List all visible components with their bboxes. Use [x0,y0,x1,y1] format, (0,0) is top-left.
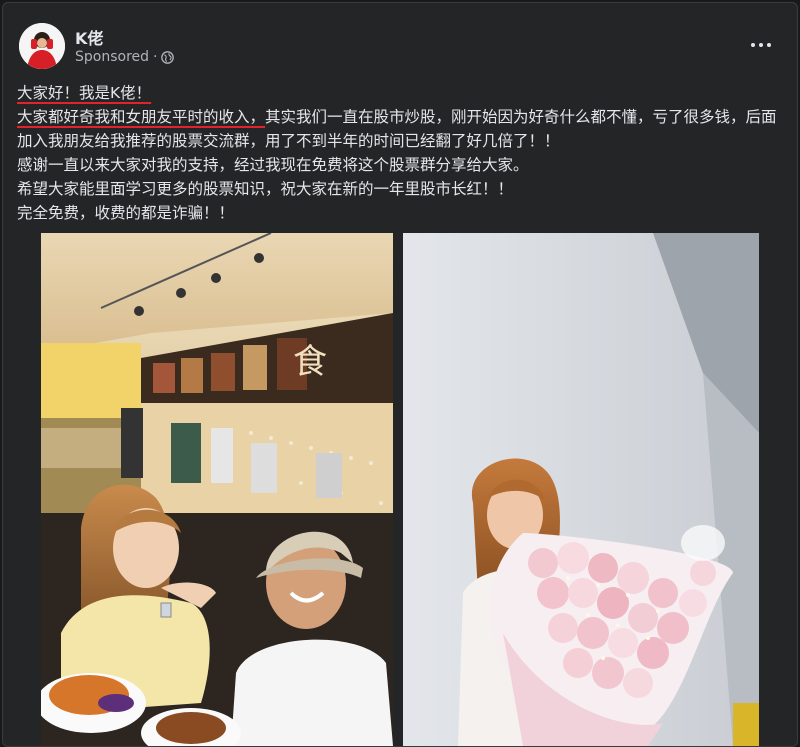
author-name[interactable]: K佬 [75,25,103,49]
more-dots-icon [751,43,771,47]
post-text-line4: 希望大家能里面学习更多的股票知识，祝大家在新的一年里股市长红！！ [17,180,514,198]
post-meta: Sponsored · [75,49,175,65]
bouquet-photo[interactable] [403,233,759,746]
sponsored-post: K佬 Sponsored · 大家好！我是K佬！ 大家都好奇我和女朋友平时的收入… [2,2,798,747]
svg-text:食: 食 [293,342,327,382]
sponsored-label[interactable]: Sponsored [75,49,149,65]
avatar[interactable] [19,23,65,69]
post-text-line3: 感谢一直以来大家对我的支持，经过我现在免费将这个股票群分享给大家。 [17,156,529,174]
avatar-image [19,23,65,69]
globe-icon[interactable] [161,50,175,64]
post-text-line1: 大家好！我是K佬！ [17,84,152,102]
more-options-button[interactable] [743,27,779,63]
couple-selfie-photo[interactable]: 食 [41,233,393,746]
post-text: 大家好！我是K佬！ 大家都好奇我和女朋友平时的收入，其实我们一直在股市炒股，刚开… [17,81,787,225]
post-photos: 食 [41,233,759,746]
post-text-line2-underlined: 大家都好奇我和女朋友平时的收入， [17,108,266,126]
post-text-line5: 完全免费，收费的都是诈骗！！ [17,204,235,222]
meta-separator: · [153,49,158,65]
